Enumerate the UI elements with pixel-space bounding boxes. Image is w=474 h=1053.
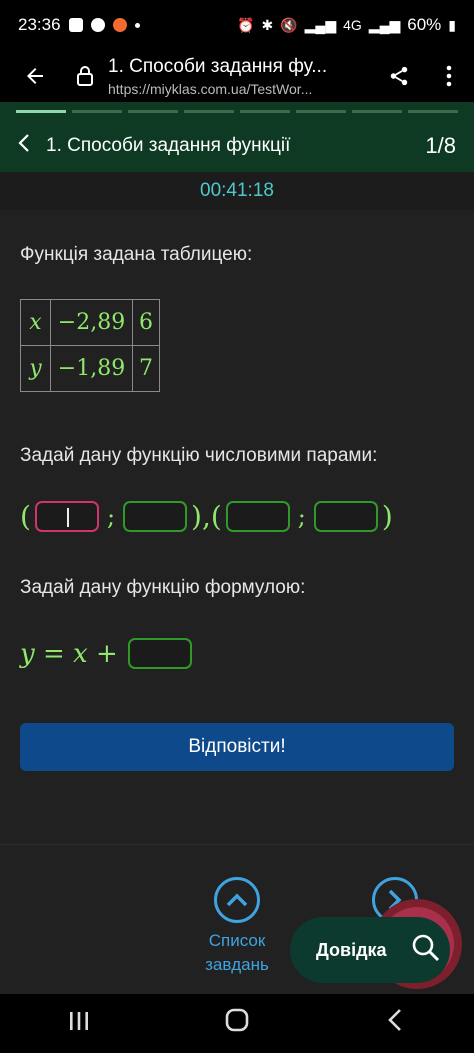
progress-segment <box>184 109 234 113</box>
prompt-pairs: Задай дану функцію числовими парами: <box>20 445 378 466</box>
timer-value: 00:41:18 <box>200 180 274 201</box>
table-cell-var: x <box>20 299 51 346</box>
pair1-x-input[interactable] <box>34 501 99 532</box>
formula-equals: = <box>34 638 74 669</box>
separator: ; <box>106 502 116 531</box>
progress-segment <box>72 109 122 113</box>
alarm-icon: ⏰ <box>237 16 255 33</box>
progress-segment <box>352 109 402 113</box>
progress-segment <box>16 109 66 113</box>
system-navigation-bar <box>0 994 474 1053</box>
table-cell: −2,89 <box>50 299 133 346</box>
progress-segment <box>128 109 178 113</box>
task-progress <box>0 102 474 120</box>
function-table: x −2,89 6 y −1,89 7 <box>20 299 160 392</box>
network-type: 4G <box>343 17 362 33</box>
answer-button[interactable]: Відповісти! <box>20 723 454 771</box>
share-icon[interactable] <box>374 65 424 87</box>
battery-level: 60% <box>407 15 442 34</box>
bluetooth-icon: ✱ <box>261 16 274 33</box>
question-content: Функція задана таблицею: x −2,89 6 y −1,… <box>0 210 474 844</box>
pair1-y-input[interactable] <box>123 501 188 532</box>
page-url: https://miyklas.com.ua/TestWor... <box>108 80 313 97</box>
table-row: x −2,89 6 <box>20 299 160 346</box>
help-button[interactable]: Довідка <box>290 917 450 983</box>
progress-segment <box>240 109 290 113</box>
address-bar[interactable]: 1. Способи задання фу... https://miyklas… <box>100 56 374 97</box>
app-notification-icon-2 <box>112 18 127 32</box>
lock-icon[interactable] <box>70 65 100 87</box>
close-paren: ) <box>381 500 393 533</box>
browser-toolbar: 1. Способи задання фу... https://miyklas… <box>0 50 474 102</box>
table-row: y −1,89 7 <box>20 345 160 392</box>
app-notification-icon <box>90 18 105 32</box>
page-title: 1. Способи задання фу... <box>108 55 328 77</box>
gallery-notification-icon <box>68 18 83 32</box>
formula: y = x + <box>20 638 192 669</box>
formula-constant-input[interactable] <box>127 638 192 669</box>
signal-icon-2: ▂▄▆ <box>368 16 401 33</box>
task-list-label[interactable]: Список завдань <box>190 929 284 977</box>
open-paren: ( <box>20 500 31 533</box>
more-notifications-dot <box>134 22 140 28</box>
timer-bar: 00:41:18 <box>0 172 474 210</box>
formula-x: x <box>73 638 88 669</box>
recent-apps-icon[interactable] <box>49 1008 109 1039</box>
status-time: 23:36 <box>18 15 61 34</box>
pair2-y-input[interactable] <box>313 501 378 532</box>
chevron-left-icon[interactable] <box>18 133 30 159</box>
progress-segment <box>408 109 458 113</box>
formula-plus: + <box>87 638 118 669</box>
search-icon <box>411 933 441 968</box>
number-pairs: ( ; ), ( ; ) <box>20 500 393 533</box>
more-options-icon[interactable] <box>424 65 474 87</box>
signal-icon: ▂▄▆ <box>304 16 337 33</box>
status-bar: 23:36 ⏰ ✱ 🔇 ▂▄▆ 4G ▂▄▆ 60% ▮ <box>0 0 474 50</box>
task-list-button[interactable] <box>214 877 260 923</box>
battery-icon: ▮ <box>448 16 456 33</box>
progress-segment <box>296 109 346 113</box>
table-cell: −1,89 <box>50 345 133 392</box>
back-arrow-icon[interactable] <box>0 50 70 102</box>
pair2-x-input[interactable] <box>225 501 290 532</box>
prompt-formula: Задай дану функцію формулою: <box>20 577 306 598</box>
separator: ; <box>297 502 306 531</box>
help-label: Довідка <box>316 939 387 960</box>
open-paren: ( <box>210 500 222 533</box>
task-counter: 1/8 <box>425 133 456 158</box>
prompt-table: Функція задана таблицею: <box>20 244 253 265</box>
mute-icon: 🔇 <box>280 16 298 33</box>
home-icon[interactable] <box>207 1007 267 1040</box>
close-paren-comma: ), <box>191 500 211 533</box>
back-icon[interactable] <box>365 1008 425 1039</box>
table-cell: 6 <box>132 299 160 346</box>
table-cell-var: y <box>20 345 51 392</box>
formula-y: y <box>20 638 35 669</box>
bottom-navigation: Список завдань Довідка <box>0 844 474 994</box>
task-title: 1. Способи задання функції <box>46 135 291 156</box>
task-header: 1. Способи задання функції 1/8 <box>0 120 474 172</box>
table-cell: 7 <box>132 345 160 392</box>
